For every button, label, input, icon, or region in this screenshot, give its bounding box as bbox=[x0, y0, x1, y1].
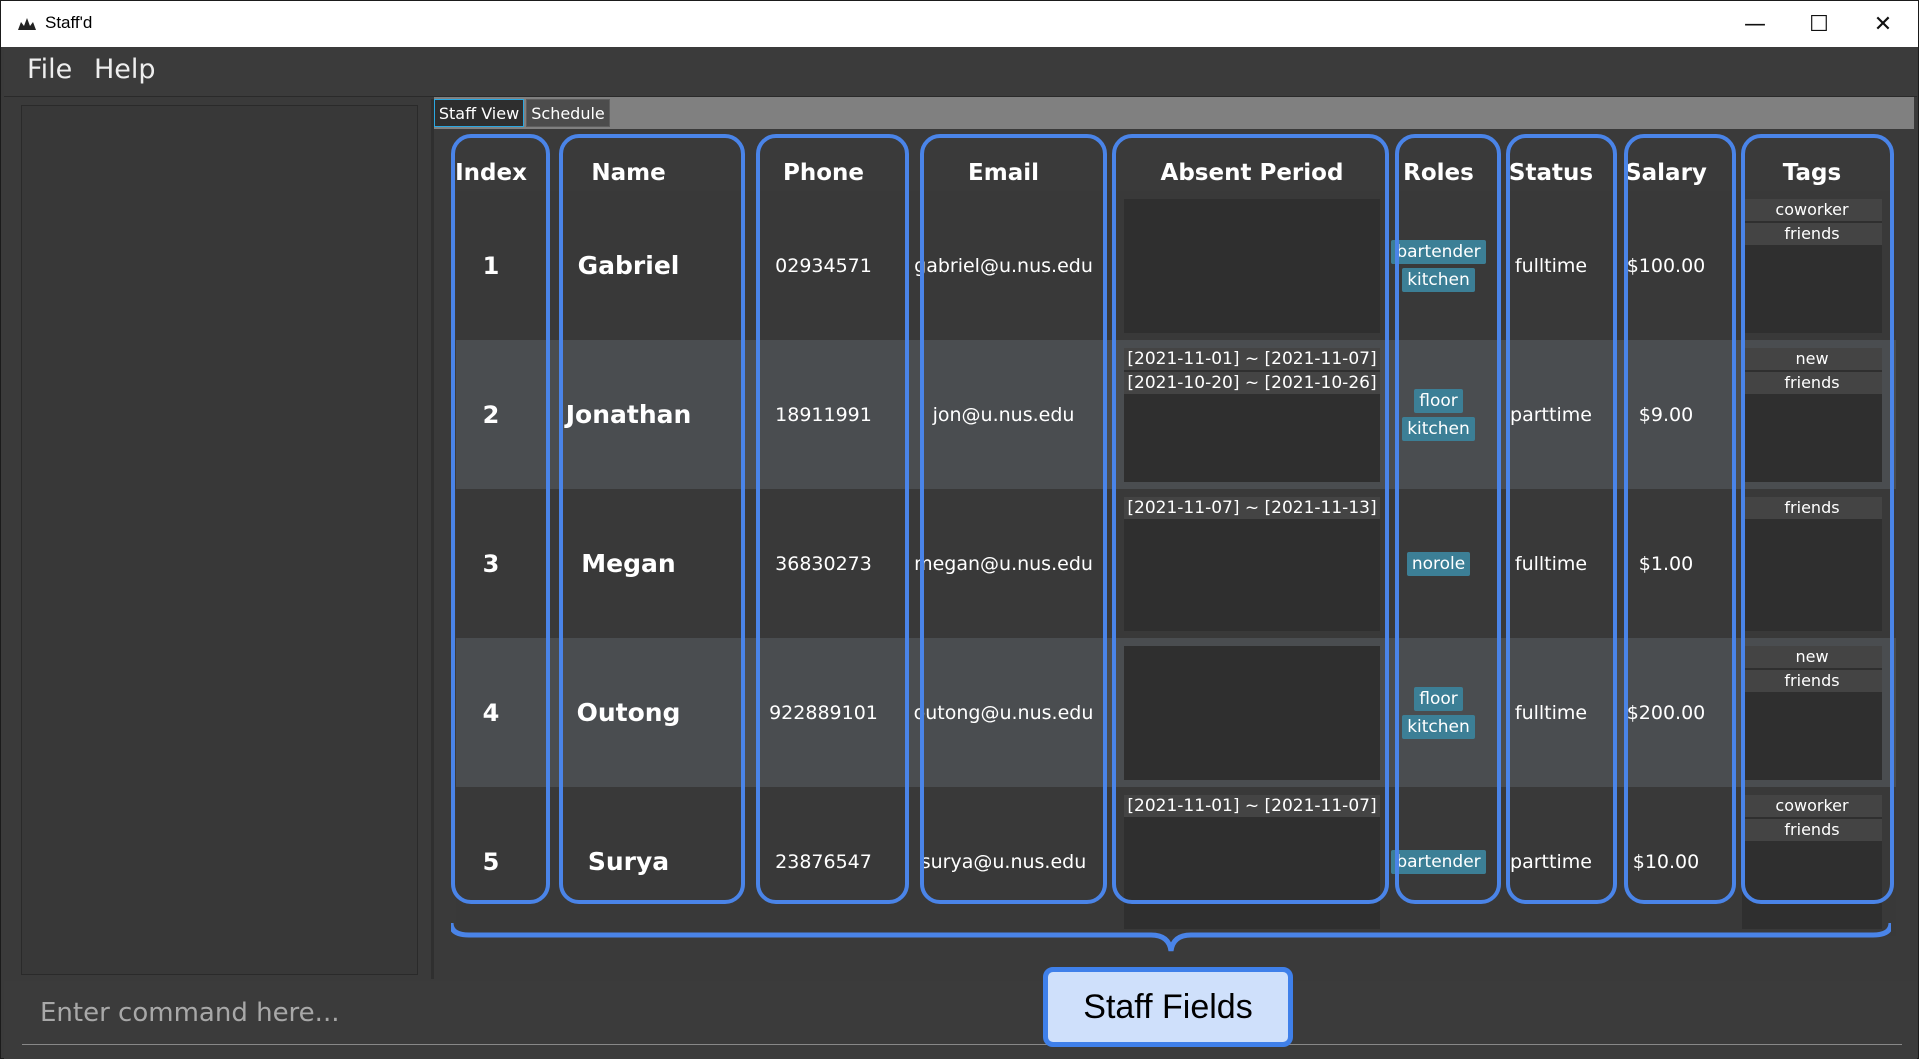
tag-item: new bbox=[1742, 646, 1882, 668]
cell-phone: 02934571 bbox=[775, 254, 872, 277]
menu-file[interactable]: File bbox=[27, 54, 72, 85]
absent-period-item: [2021-10-20] ~ [2021-10-26] bbox=[1124, 372, 1380, 394]
header-salary: Salary bbox=[1625, 160, 1707, 186]
header-phone: Phone bbox=[782, 160, 864, 186]
cell-salary: $9.00 bbox=[1638, 403, 1694, 426]
cell-roles: floor kitchen bbox=[1391, 340, 1486, 489]
cell-name: Megan bbox=[581, 549, 676, 578]
role-badge: kitchen bbox=[1402, 267, 1475, 292]
cell-name: Gabriel bbox=[577, 251, 680, 280]
cell-tags: new friends bbox=[1742, 348, 1882, 482]
cell-tags: coworker friends bbox=[1742, 199, 1882, 333]
cell-index: 4 bbox=[482, 698, 500, 727]
cell-salary: $100.00 bbox=[1626, 254, 1706, 277]
title-bar: Staff'd — ☐ ✕ bbox=[1, 1, 1918, 47]
tab-staff-view[interactable]: Staff View bbox=[434, 99, 524, 127]
role-badge: norole bbox=[1406, 551, 1471, 576]
cell-phone: 18911991 bbox=[775, 403, 872, 426]
header-absent-period: Absent Period bbox=[1160, 160, 1344, 186]
cell-roles: floor kitchen bbox=[1391, 638, 1486, 787]
cell-absent-period: [2021-11-01] ~ [2021-11-07] [2021-10-20] … bbox=[1124, 348, 1380, 482]
tag-item: new bbox=[1742, 348, 1882, 370]
maximize-icon: ☐ bbox=[1809, 11, 1829, 37]
header-tags: Tags bbox=[1782, 160, 1842, 186]
cell-roles: bartender kitchen bbox=[1391, 191, 1486, 340]
cell-salary: $1.00 bbox=[1638, 552, 1694, 575]
cell-status: parttime bbox=[1510, 403, 1592, 426]
tag-item: friends bbox=[1742, 497, 1882, 519]
absent-period-item: [2021-11-01] ~ [2021-11-07] bbox=[1124, 348, 1380, 370]
cell-email: megan@u.nus.edu bbox=[914, 552, 1093, 575]
cell-absent-period bbox=[1124, 199, 1380, 333]
tag-item: friends bbox=[1742, 223, 1882, 245]
role-badge: kitchen bbox=[1402, 416, 1475, 441]
split-divider[interactable] bbox=[431, 99, 434, 979]
table-row[interactable]: 3 Megan 36830273 megan@u.nus.edu [2021-11-07… bbox=[456, 489, 1896, 638]
window-title: Staff'd bbox=[45, 13, 93, 32]
menu-bar: File Help bbox=[4, 47, 1917, 97]
cell-name: Outong bbox=[576, 698, 681, 727]
header-name: Name bbox=[591, 160, 666, 186]
table-row[interactable]: 2 Jonathan 18911991 jon@u.nus.edu [2021-11-0… bbox=[456, 340, 1896, 489]
brace-annotation bbox=[451, 922, 1891, 952]
cell-index: 3 bbox=[482, 549, 500, 578]
cell-tags: friends bbox=[1742, 497, 1882, 631]
left-panel bbox=[21, 105, 418, 975]
command-area bbox=[4, 981, 1917, 1059]
cell-absent-period: [2021-11-07] ~ [2021-11-13] bbox=[1124, 497, 1380, 631]
cell-email: jon@u.nus.edu bbox=[932, 403, 1075, 426]
tab-bar: Staff View Schedule bbox=[434, 97, 1914, 129]
app-window: Staff'd — ☐ ✕ File Help Staff View Sched… bbox=[0, 0, 1919, 1059]
table-row[interactable]: 1 Gabriel 02934571 gabriel@u.nus.edu bartend… bbox=[456, 191, 1896, 340]
header-roles: Roles bbox=[1403, 160, 1474, 186]
cell-phone: 922889101 bbox=[769, 701, 878, 724]
role-badge: kitchen bbox=[1402, 714, 1475, 739]
table-row[interactable]: 4 Outong 922889101 outong@u.nus.edu floor kit… bbox=[456, 638, 1896, 787]
cell-absent-period bbox=[1124, 646, 1380, 780]
cell-index: 2 bbox=[482, 400, 500, 429]
tag-item: friends bbox=[1742, 819, 1882, 841]
close-icon: ✕ bbox=[1873, 11, 1893, 37]
cell-status: fulltime bbox=[1514, 254, 1588, 277]
command-input[interactable] bbox=[22, 981, 1902, 1045]
cell-name: Jonathan bbox=[565, 400, 692, 429]
absent-period-item: [2021-11-01] ~ [2021-11-07] bbox=[1124, 795, 1380, 817]
cell-phone: 36830273 bbox=[775, 552, 872, 575]
app-logo-icon bbox=[18, 18, 36, 30]
header-status: Status bbox=[1508, 160, 1594, 186]
role-badge: floor bbox=[1414, 686, 1463, 711]
cell-email: outong@u.nus.edu bbox=[913, 701, 1094, 724]
tag-item: friends bbox=[1742, 372, 1882, 394]
staff-table: Index Name Phone Email Absent Period Rol… bbox=[455, 131, 1896, 936]
role-badge: bartender bbox=[1391, 849, 1486, 874]
staff-fields-callout: Staff Fields bbox=[1043, 967, 1293, 1047]
menu-help[interactable]: Help bbox=[94, 54, 156, 85]
header-email: Email bbox=[968, 160, 1039, 186]
cell-status: fulltime bbox=[1514, 552, 1588, 575]
header-index: Index bbox=[455, 160, 527, 186]
cell-salary: $200.00 bbox=[1626, 701, 1706, 724]
maximize-button[interactable]: ☐ bbox=[1787, 1, 1851, 47]
cell-tags: new friends bbox=[1742, 646, 1882, 780]
cell-tags: coworker friends bbox=[1742, 795, 1882, 929]
tag-item: coworker bbox=[1742, 795, 1882, 817]
tag-item: coworker bbox=[1742, 199, 1882, 221]
minimize-button[interactable]: — bbox=[1723, 1, 1787, 47]
role-badge: floor bbox=[1414, 388, 1463, 413]
cell-status: fulltime bbox=[1514, 701, 1588, 724]
close-button[interactable]: ✕ bbox=[1851, 1, 1915, 47]
cell-email: gabriel@u.nus.edu bbox=[914, 254, 1093, 277]
cell-roles: norole bbox=[1391, 489, 1486, 638]
tab-schedule[interactable]: Schedule bbox=[526, 99, 610, 127]
minimize-icon: — bbox=[1744, 11, 1766, 37]
cell-absent-period: [2021-11-01] ~ [2021-11-07] bbox=[1124, 795, 1380, 929]
tag-item: friends bbox=[1742, 670, 1882, 692]
role-badge: bartender bbox=[1391, 239, 1486, 264]
absent-period-item: [2021-11-07] ~ [2021-11-13] bbox=[1124, 497, 1380, 519]
cell-index: 1 bbox=[482, 251, 500, 280]
